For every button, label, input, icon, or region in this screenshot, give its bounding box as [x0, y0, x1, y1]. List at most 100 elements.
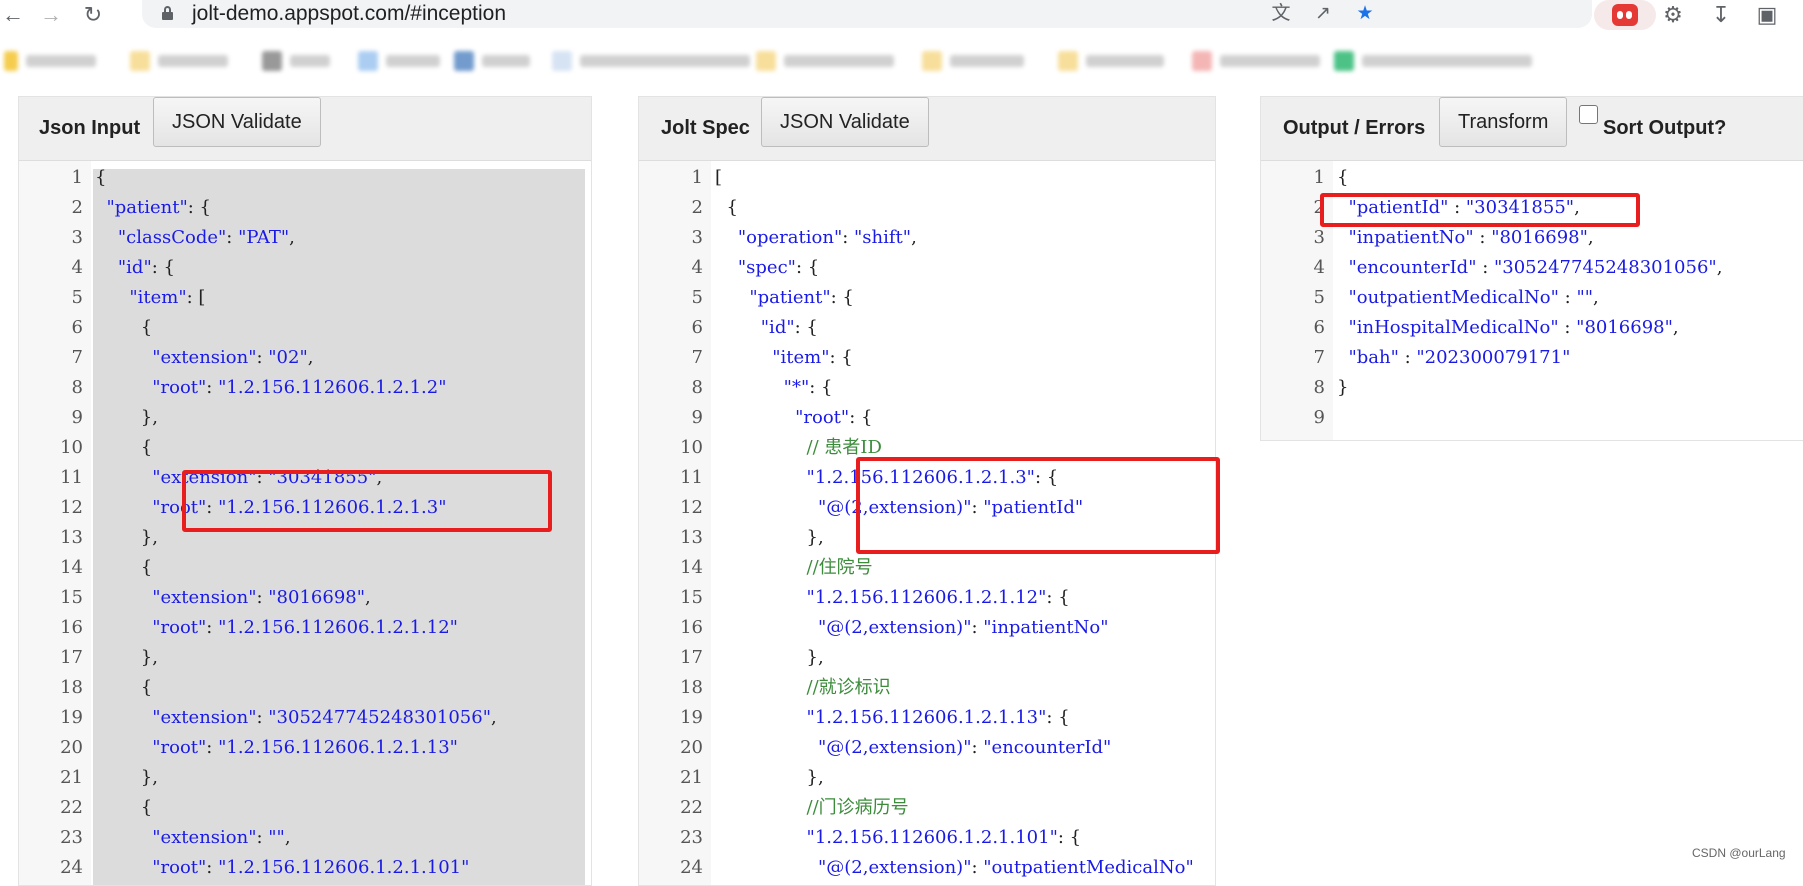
side-panel-icon[interactable]: ▣	[1752, 1, 1782, 29]
line-number: 1	[71, 167, 83, 188]
line-number: 9	[1313, 407, 1325, 428]
line-number-gutter: 1 2 3 4 5 6 7 8 9	[1261, 161, 1333, 440]
json-input-title: Json Input	[39, 117, 141, 139]
code-line: "extension": "8016698",	[152, 587, 371, 608]
jolt-spec-editor[interactable]: 1 2 3 4 5 6 7 8 9 10 11 12 13 14 15 16 17 18 19 20 21 22 23 24 …	[639, 161, 1215, 885]
forward-arrow-icon[interactable]: →	[38, 2, 64, 28]
bookmark-item[interactable]	[130, 50, 228, 72]
transform-button[interactable]: Transform	[1439, 97, 1568, 147]
code-line: "extension": "",	[152, 827, 291, 848]
code-line: {	[95, 317, 153, 338]
code-line: },	[715, 647, 824, 668]
line-number: 18	[60, 677, 83, 698]
line-number: 21	[680, 767, 703, 788]
line-number: 2	[1313, 197, 1325, 218]
jolt-spec-code[interactable]: [ { "operation": "shift", "spec": { "pat…	[713, 161, 1215, 885]
code-line: "1.2.156.112606.1.2.1.12": {	[806, 587, 1070, 608]
bookmark-star-icon[interactable]: ★	[1352, 2, 1378, 26]
bookmark-item[interactable]	[1058, 50, 1164, 72]
line-number: 20	[60, 737, 83, 758]
line-number: 3	[71, 227, 83, 248]
line-number: 6	[71, 317, 83, 338]
back-arrow-icon[interactable]: ←	[0, 2, 26, 28]
output-panel: Output / Errors Transform Sort Output? 1…	[1260, 96, 1803, 441]
code-line: "operation": "shift",	[737, 227, 917, 248]
bookmark-item[interactable]	[4, 50, 96, 72]
translate-icon[interactable]: 文	[1268, 2, 1294, 26]
code-line: "1.2.156.112606.1.2.1.13": {	[806, 707, 1070, 728]
line-number: 7	[691, 347, 703, 368]
line-number: 8	[71, 377, 83, 398]
code-line: {	[95, 677, 153, 698]
line-number: 13	[60, 527, 83, 548]
bookmark-item[interactable]	[1334, 50, 1532, 72]
line-number: 12	[680, 497, 703, 518]
jolt-spec-title: Jolt Spec	[661, 117, 750, 139]
bookmark-item[interactable]	[552, 50, 750, 72]
line-number: 6	[691, 317, 703, 338]
sort-output-checkbox[interactable]	[1579, 105, 1598, 124]
json-input-code[interactable]: { "patient": { "classCode": "PAT", "id":…	[93, 167, 585, 885]
code-line: "extension": "30341855",	[152, 467, 383, 488]
json-input-editor[interactable]: 1 2 3 4 5 6 7 8 9 10 11 12 13 14 15 16 17 18 19 20 21 22 23 24 …	[19, 161, 591, 885]
output-title: Output / Errors	[1283, 117, 1426, 139]
code-line: },	[715, 767, 824, 788]
jolt-spec-panel: Jolt Spec JSON Validate 1 2 3 4 5 6 7 8 9 10 11 12 1…	[638, 96, 1216, 886]
line-number: 10	[680, 437, 703, 458]
code-line: "outpatientMedicalNo" : "",	[1348, 287, 1599, 308]
code-line: "id": {	[117, 257, 175, 278]
line-number-gutter: 1 2 3 4 5 6 7 8 9 10 11 12 13 14 15 16 17 18 19 20 21 22 23 24	[19, 161, 91, 885]
share-icon[interactable]: ↗	[1310, 2, 1336, 26]
line-number: 21	[60, 767, 83, 788]
line-number: 15	[680, 587, 703, 608]
code-line: "extension": "305247745248301056",	[152, 707, 497, 728]
output-code[interactable]: { "patientId" : "30341855", "inpatientNo…	[1335, 161, 1803, 440]
line-number: 3	[1313, 227, 1325, 248]
code-line: {	[95, 797, 153, 818]
line-number: 17	[60, 647, 83, 668]
lock-icon	[162, 6, 173, 20]
bookmarks-bar	[0, 42, 1803, 82]
line-number: 16	[60, 617, 83, 638]
code-line: {	[1337, 167, 1349, 188]
bookmark-item[interactable]	[756, 50, 894, 72]
code-line: [	[715, 167, 723, 188]
code-line: },	[95, 407, 158, 428]
json-input-panel: Json Input JSON Validate 1 2 3 4 5 6 7 8 9 10 11 12…	[18, 96, 592, 886]
line-number: 19	[680, 707, 703, 728]
extension-app-icon[interactable]	[1612, 4, 1638, 26]
code-line: },	[95, 767, 158, 788]
line-number: 5	[71, 287, 83, 308]
reload-icon[interactable]: ↻	[80, 2, 106, 28]
jolt-spec-validate-button[interactable]: JSON Validate	[761, 97, 929, 147]
line-number: 1	[691, 167, 703, 188]
json-input-validate-button[interactable]: JSON Validate	[153, 97, 321, 147]
line-number: 22	[60, 797, 83, 818]
line-number: 4	[1313, 257, 1325, 278]
line-number: 19	[60, 707, 83, 728]
bookmark-item[interactable]	[1192, 50, 1320, 72]
output-editor[interactable]: 1 2 3 4 5 6 7 8 9 { "patientId" : "30341855", "i…	[1261, 161, 1803, 440]
line-number: 2	[691, 197, 703, 218]
bookmark-item[interactable]	[454, 50, 530, 72]
code-line: },	[715, 527, 824, 548]
bookmark-item[interactable]	[358, 50, 440, 72]
bookmark-item[interactable]	[922, 50, 1024, 72]
code-line: "root": "1.2.156.112606.1.2.1.2"	[152, 377, 447, 398]
line-number: 5	[1313, 287, 1325, 308]
bookmark-item[interactable]	[262, 50, 330, 72]
line-number: 8	[691, 377, 703, 398]
line-number: 13	[680, 527, 703, 548]
download-icon[interactable]: ↧	[1706, 1, 1736, 29]
code-line: "*": {	[783, 377, 833, 398]
url-text[interactable]: jolt-demo.appspot.com/#inception	[192, 2, 506, 26]
puzzle-extensions-icon[interactable]: ⚙	[1658, 1, 1688, 29]
code-line: "root": "1.2.156.112606.1.2.1.3"	[152, 497, 447, 518]
code-line: {	[715, 197, 738, 218]
line-number: 24	[680, 857, 703, 878]
code-line: "@(2,extension)": "encounterId"	[818, 737, 1112, 758]
line-number: 20	[680, 737, 703, 758]
code-line: "root": "1.2.156.112606.1.2.1.13"	[152, 737, 458, 758]
code-line: }	[1337, 377, 1349, 398]
address-bar[interactable]: jolt-demo.appspot.com/#inception 文 ↗ ★	[142, 0, 1592, 28]
